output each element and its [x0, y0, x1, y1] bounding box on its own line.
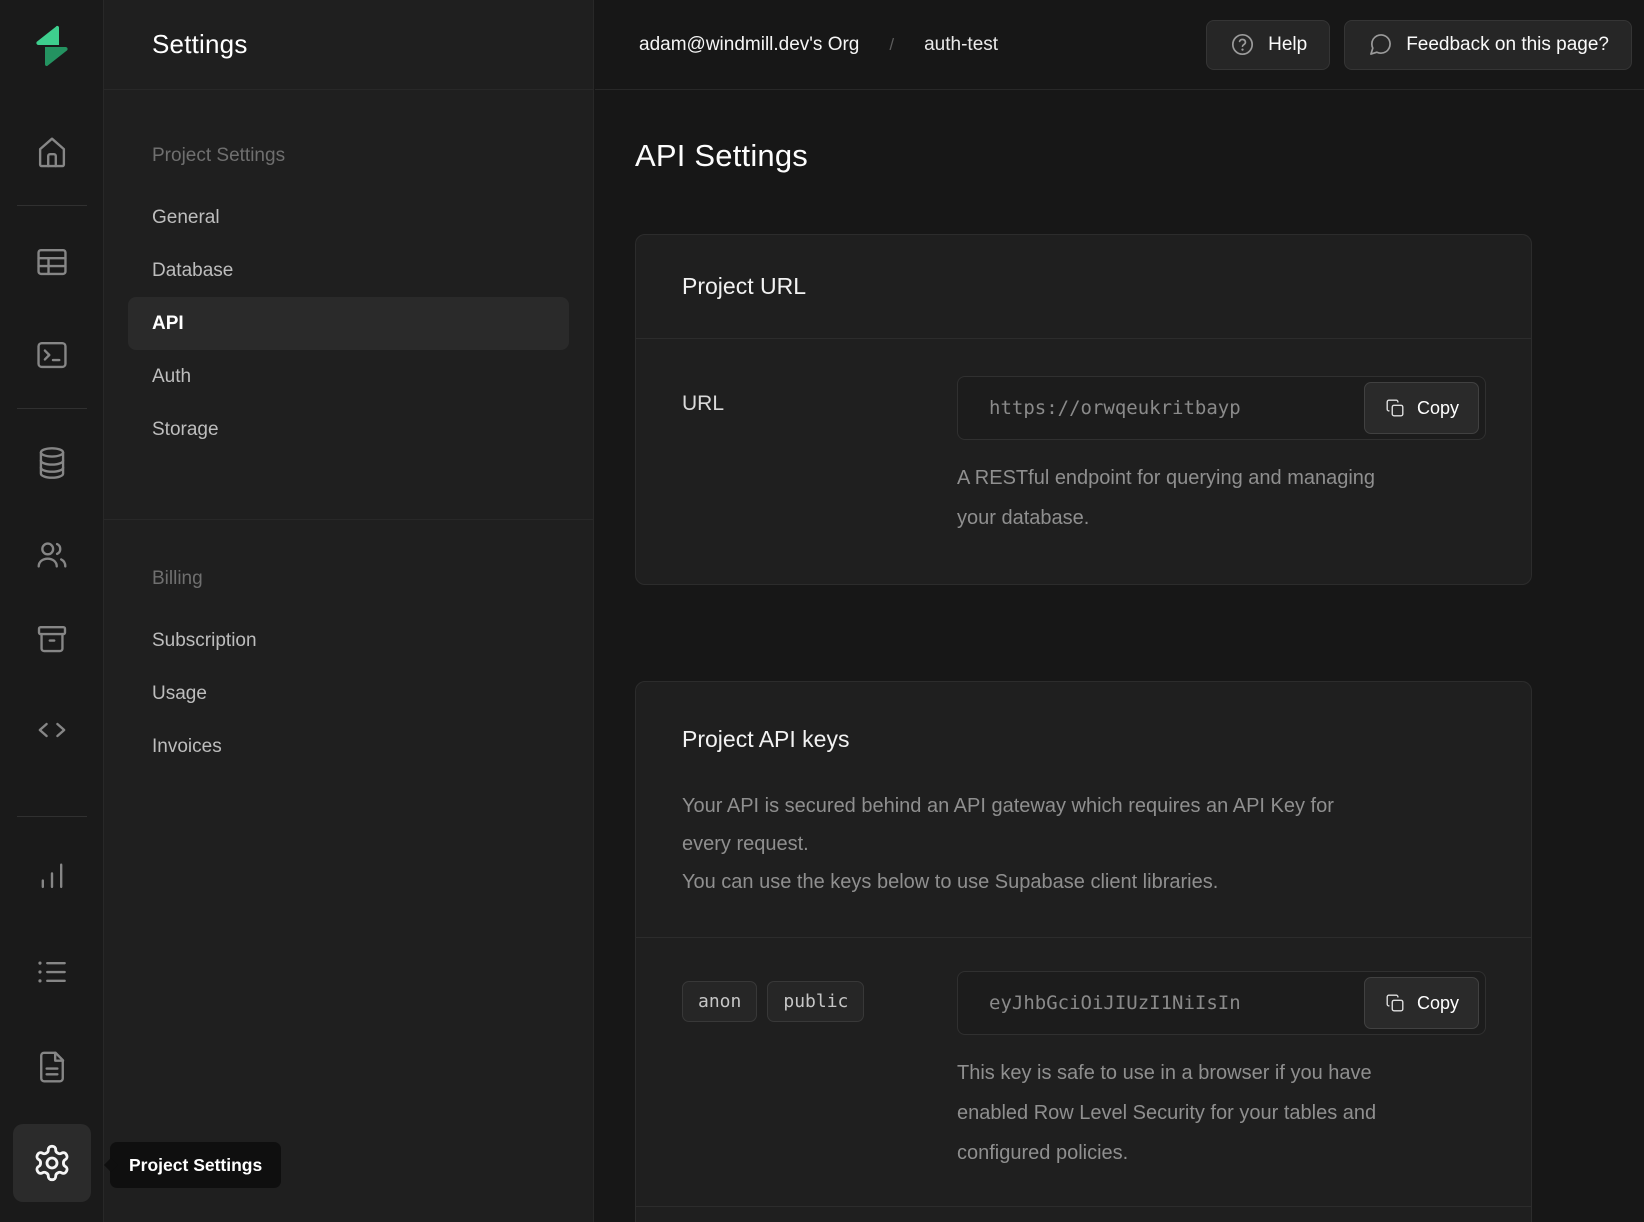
storage-icon[interactable] [28, 615, 76, 663]
sidebar-item-storage[interactable]: Storage [104, 403, 593, 456]
auth-icon[interactable] [28, 531, 76, 579]
public-badge: public [767, 981, 864, 1022]
api-keys-description-1: Your API is secured behind an API gatewa… [682, 787, 1382, 863]
api-keys-card-header: Project API keys Your API is secured beh… [636, 682, 1531, 938]
topbar: adam@windmill.dev's Org / auth-test Help… [595, 0, 1644, 90]
project-url-card: Project URL URL https://orwqeukritbayp [635, 234, 1532, 585]
anon-badge: anon [682, 981, 757, 1022]
page-content: API Settings Project URL URL https://orw… [595, 90, 1644, 1222]
url-field-label: URL [682, 376, 957, 538]
topbar-actions: Help Feedback on this page? [1206, 20, 1632, 70]
breadcrumb-project[interactable]: auth-test [924, 34, 998, 56]
sidebar-nav: Project Settings General Database API Au… [104, 90, 593, 773]
anon-key-description: This key is safe to use in a browser if … [957, 1053, 1397, 1173]
breadcrumb: adam@windmill.dev's Org / auth-test [639, 34, 998, 56]
project-url-card-header: Project URL [636, 235, 1531, 339]
home-icon[interactable] [28, 128, 76, 176]
settings-gear-icon [32, 1143, 72, 1183]
copy-url-label: Copy [1417, 398, 1459, 419]
api-keys-card: Project API keys Your API is secured beh… [635, 681, 1532, 1222]
help-circle-icon [1229, 31, 1256, 58]
database-icon[interactable] [28, 439, 76, 487]
api-docs-icon[interactable] [28, 706, 76, 754]
project-url-description: A RESTful endpoint for querying and mana… [957, 458, 1387, 538]
app-icon-rail [0, 0, 104, 1222]
url-field-column: https://orwqeukritbayp Copy A RESTful en… [957, 376, 1486, 538]
project-settings-button[interactable] [13, 1124, 91, 1202]
sidebar-item-general[interactable]: General [104, 191, 593, 244]
sidebar-item-api[interactable]: API [128, 297, 569, 350]
project-url-input[interactable]: https://orwqeukritbayp Copy [957, 376, 1486, 440]
reports-icon[interactable] [28, 851, 76, 899]
section-label-project-settings: Project Settings [104, 145, 593, 167]
breadcrumb-org[interactable]: adam@windmill.dev's Org [639, 34, 859, 56]
supabase-logo[interactable] [28, 22, 76, 74]
copy-url-button[interactable]: Copy [1364, 382, 1479, 434]
rail-divider [17, 408, 87, 409]
anon-key-row: anon public eyJhbGciOiJIUzI1NiIsIn C [682, 971, 1486, 1173]
project-settings-tooltip: Project Settings [110, 1142, 281, 1188]
copy-icon [1384, 992, 1406, 1014]
copy-anon-key-button[interactable]: Copy [1364, 977, 1479, 1029]
help-button[interactable]: Help [1206, 20, 1330, 70]
copy-anon-key-label: Copy [1417, 993, 1459, 1014]
url-field-row: URL https://orwqeukritbayp Copy [682, 376, 1486, 538]
logs-icon[interactable] [28, 948, 76, 996]
breadcrumb-separator: / [889, 35, 894, 55]
sidebar-item-subscription[interactable]: Subscription [104, 614, 593, 667]
sidebar-title: Settings [152, 29, 248, 60]
sidebar-item-invoices[interactable]: Invoices [104, 720, 593, 773]
next-key-row [682, 1207, 1486, 1222]
copy-icon [1384, 397, 1406, 419]
sidebar-item-auth[interactable]: Auth [104, 350, 593, 403]
feedback-button[interactable]: Feedback on this page? [1344, 20, 1632, 70]
project-url-card-body: URL https://orwqeukritbayp Copy [636, 339, 1531, 584]
main-area: adam@windmill.dev's Org / auth-test Help… [595, 0, 1644, 1222]
sidebar-divider [104, 519, 593, 520]
page-title: API Settings [635, 138, 1532, 174]
api-keys-card-body: anon public eyJhbGciOiJIUzI1NiIsIn C [636, 938, 1531, 1222]
docs-icon[interactable] [28, 1043, 76, 1091]
sidebar-item-usage[interactable]: Usage [104, 667, 593, 720]
speech-bubble-icon [1367, 31, 1394, 58]
project-url-card-title: Project URL [682, 273, 1485, 300]
sidebar-item-database[interactable]: Database [104, 244, 593, 297]
anon-key-input[interactable]: eyJhbGciOiJIUzI1NiIsIn Copy [957, 971, 1486, 1035]
anon-key-column: eyJhbGciOiJIUzI1NiIsIn Copy This key is … [957, 971, 1486, 1173]
rail-divider [17, 205, 87, 206]
api-keys-description-2: You can use the keys below to use Supaba… [682, 863, 1382, 901]
section-label-billing: Billing [104, 568, 593, 590]
sql-editor-icon[interactable] [28, 331, 76, 379]
feedback-button-label: Feedback on this page? [1406, 34, 1609, 56]
anon-key-badges: anon public [682, 971, 957, 1173]
anon-key-value: eyJhbGciOiJIUzI1NiIsIn [989, 992, 1241, 1014]
rail-divider [17, 816, 87, 817]
settings-sidebar: Settings Project Settings General Databa… [104, 0, 594, 1222]
table-editor-icon[interactable] [28, 238, 76, 286]
help-button-label: Help [1268, 34, 1307, 56]
api-keys-card-title: Project API keys [682, 726, 1485, 753]
sidebar-header: Settings [104, 0, 593, 90]
project-url-value: https://orwqeukritbayp [989, 397, 1241, 419]
